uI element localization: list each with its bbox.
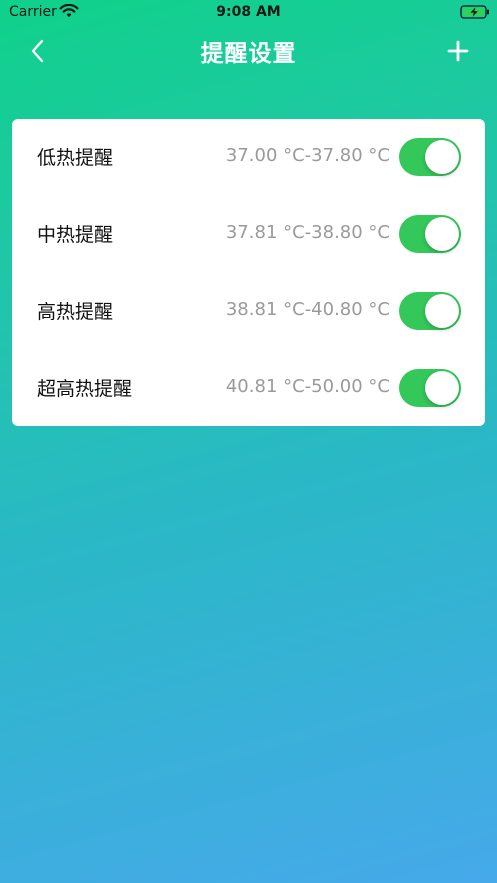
navigation-bar: 提醒设置 [0, 26, 497, 74]
reminder-toggle[interactable] [399, 369, 461, 407]
temperature-range: 38.81 °C-40.80 °C [225, 299, 390, 320]
toggle-knob [425, 371, 459, 405]
reminder-label: 中热提醒 [37, 224, 114, 246]
temperature-range: 37.00 °C-37.80 °C [225, 145, 390, 166]
toggle-knob [425, 217, 459, 251]
status-time: 9:08 AM [216, 4, 281, 20]
reminder-row-high-fever: 高热提醒 38.81 °C-40.80 °C [12, 273, 485, 350]
reminder-label: 超高热提醒 [37, 378, 133, 400]
reminder-label: 低热提醒 [37, 147, 114, 169]
reminder-row-low-fever: 低热提醒 37.00 °C-37.80 °C [12, 119, 485, 196]
reminder-toggle[interactable] [399, 292, 461, 330]
plus-icon [447, 40, 469, 62]
reminder-row-moderate-fever: 中热提醒 37.81 °C-38.80 °C [12, 196, 485, 273]
reminder-toggle[interactable] [399, 138, 461, 176]
battery-charging-icon [460, 5, 489, 19]
toggle-knob [425, 140, 459, 174]
temperature-range: 40.81 °C-50.00 °C [225, 376, 390, 397]
toggle-knob [425, 294, 459, 328]
status-bar: Carrier 9:08 AM [0, 0, 497, 26]
reminder-list-card: 低热提醒 37.00 °C-37.80 °C 中热提醒 37.81 °C-38.… [12, 119, 485, 426]
reminder-toggle[interactable] [399, 215, 461, 253]
temperature-range: 37.81 °C-38.80 °C [225, 222, 390, 243]
page-title: 提醒设置 [200, 41, 297, 67]
reminder-settings-screen: Carrier 9:08 AM 提醒设置 低热提醒 37.00 °C-37.80… [0, 0, 497, 883]
reminder-label: 高热提醒 [37, 301, 114, 323]
add-reminder-button[interactable] [438, 34, 478, 68]
reminder-row-very-high-fever: 超高热提醒 40.81 °C-50.00 °C [12, 350, 485, 427]
